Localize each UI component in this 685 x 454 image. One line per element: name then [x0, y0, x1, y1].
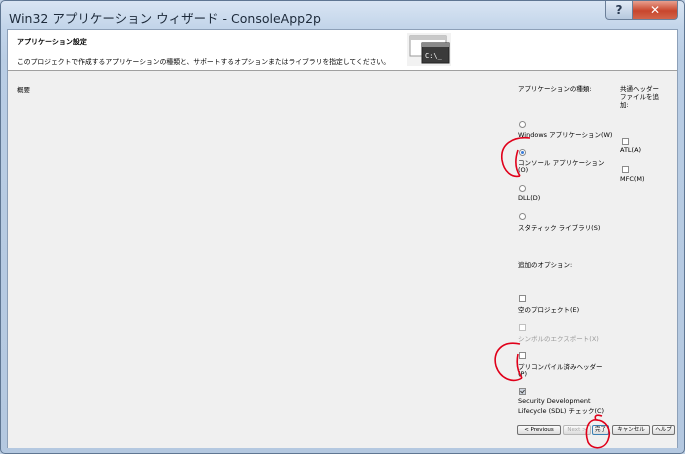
sdl-checks-checkbox[interactable]	[519, 388, 526, 395]
dll-label[interactable]: DLL(D)	[518, 194, 540, 202]
previous-button[interactable]: < Previous	[517, 425, 561, 435]
additional-options-heading: 追加のオプション:	[518, 261, 573, 269]
export-symbols-checkbox[interactable]	[519, 324, 526, 331]
common-headers-heading-3: 加:	[620, 101, 629, 109]
empty-project-label[interactable]: 空のプロジェクト(E)	[518, 304, 579, 314]
page-description: このプロジェクトで作成するアプリケーションの種類と、サポートするオプションまたは…	[17, 58, 391, 66]
next-button[interactable]: Next >	[563, 425, 591, 435]
precompiled-header-label-accel[interactable]: (P)	[518, 370, 527, 378]
cancel-button[interactable]: キャンセル	[612, 425, 650, 435]
precompiled-header-label[interactable]: プリコンパイル済みヘッダー	[518, 361, 603, 371]
empty-project-checkbox[interactable]	[519, 295, 526, 302]
console-app-label[interactable]: コンソール アプリケーション	[518, 157, 604, 167]
svg-text:C:\_: C:\_	[425, 52, 443, 60]
help-button[interactable]: ヘルプ	[652, 425, 675, 435]
title-help-button[interactable]: ?	[605, 1, 633, 20]
console-window-icon: C:\_	[407, 33, 451, 66]
console-app-label-accel[interactable]: (O)	[518, 166, 528, 174]
finish-button[interactable]: 完了	[592, 425, 609, 435]
close-button[interactable]: ✕	[632, 1, 678, 20]
summary-label: 概要	[17, 86, 30, 94]
sdl-checks-label-1[interactable]: Security Development	[518, 397, 591, 405]
window-title: Win32 アプリケーション ウィザード - ConsoleApp2p	[9, 11, 321, 26]
wizard-content: アプリケーション設定 このプロジェクトで作成するアプリケーションの種類と、サポー…	[7, 29, 678, 448]
dll-radio[interactable]	[519, 185, 526, 192]
mfc-label[interactable]: MFC(M)	[620, 175, 645, 183]
atl-checkbox[interactable]	[622, 138, 629, 145]
app-type-heading: アプリケーションの種類:	[518, 85, 592, 93]
static-lib-radio[interactable]	[519, 213, 526, 220]
precompiled-header-checkbox[interactable]	[519, 352, 526, 359]
windows-app-label[interactable]: Windows アプリケーション(W)	[518, 129, 612, 139]
wizard-window: Win32 アプリケーション ウィザード - ConsoleApp2p ? ✕ …	[0, 0, 685, 454]
mfc-checkbox[interactable]	[622, 166, 629, 173]
atl-label[interactable]: ATL(A)	[620, 146, 641, 154]
windows-app-radio[interactable]	[519, 121, 526, 128]
export-symbols-label[interactable]: シンボルのエクスポート(X)	[518, 333, 599, 343]
settings-panel: 概要 アプリケーションの種類: Windows アプリケーション(W) コンソー…	[8, 70, 677, 448]
sdl-checks-label-2[interactable]: Lifecycle (SDL) チェック(C)	[518, 405, 604, 415]
page-title: アプリケーション設定	[17, 38, 87, 46]
console-app-radio[interactable]	[519, 149, 526, 156]
static-lib-label[interactable]: スタティック ライブラリ(S)	[518, 222, 600, 232]
wizard-header: アプリケーション設定 このプロジェクトで作成するアプリケーションの種類と、サポー…	[8, 30, 677, 70]
